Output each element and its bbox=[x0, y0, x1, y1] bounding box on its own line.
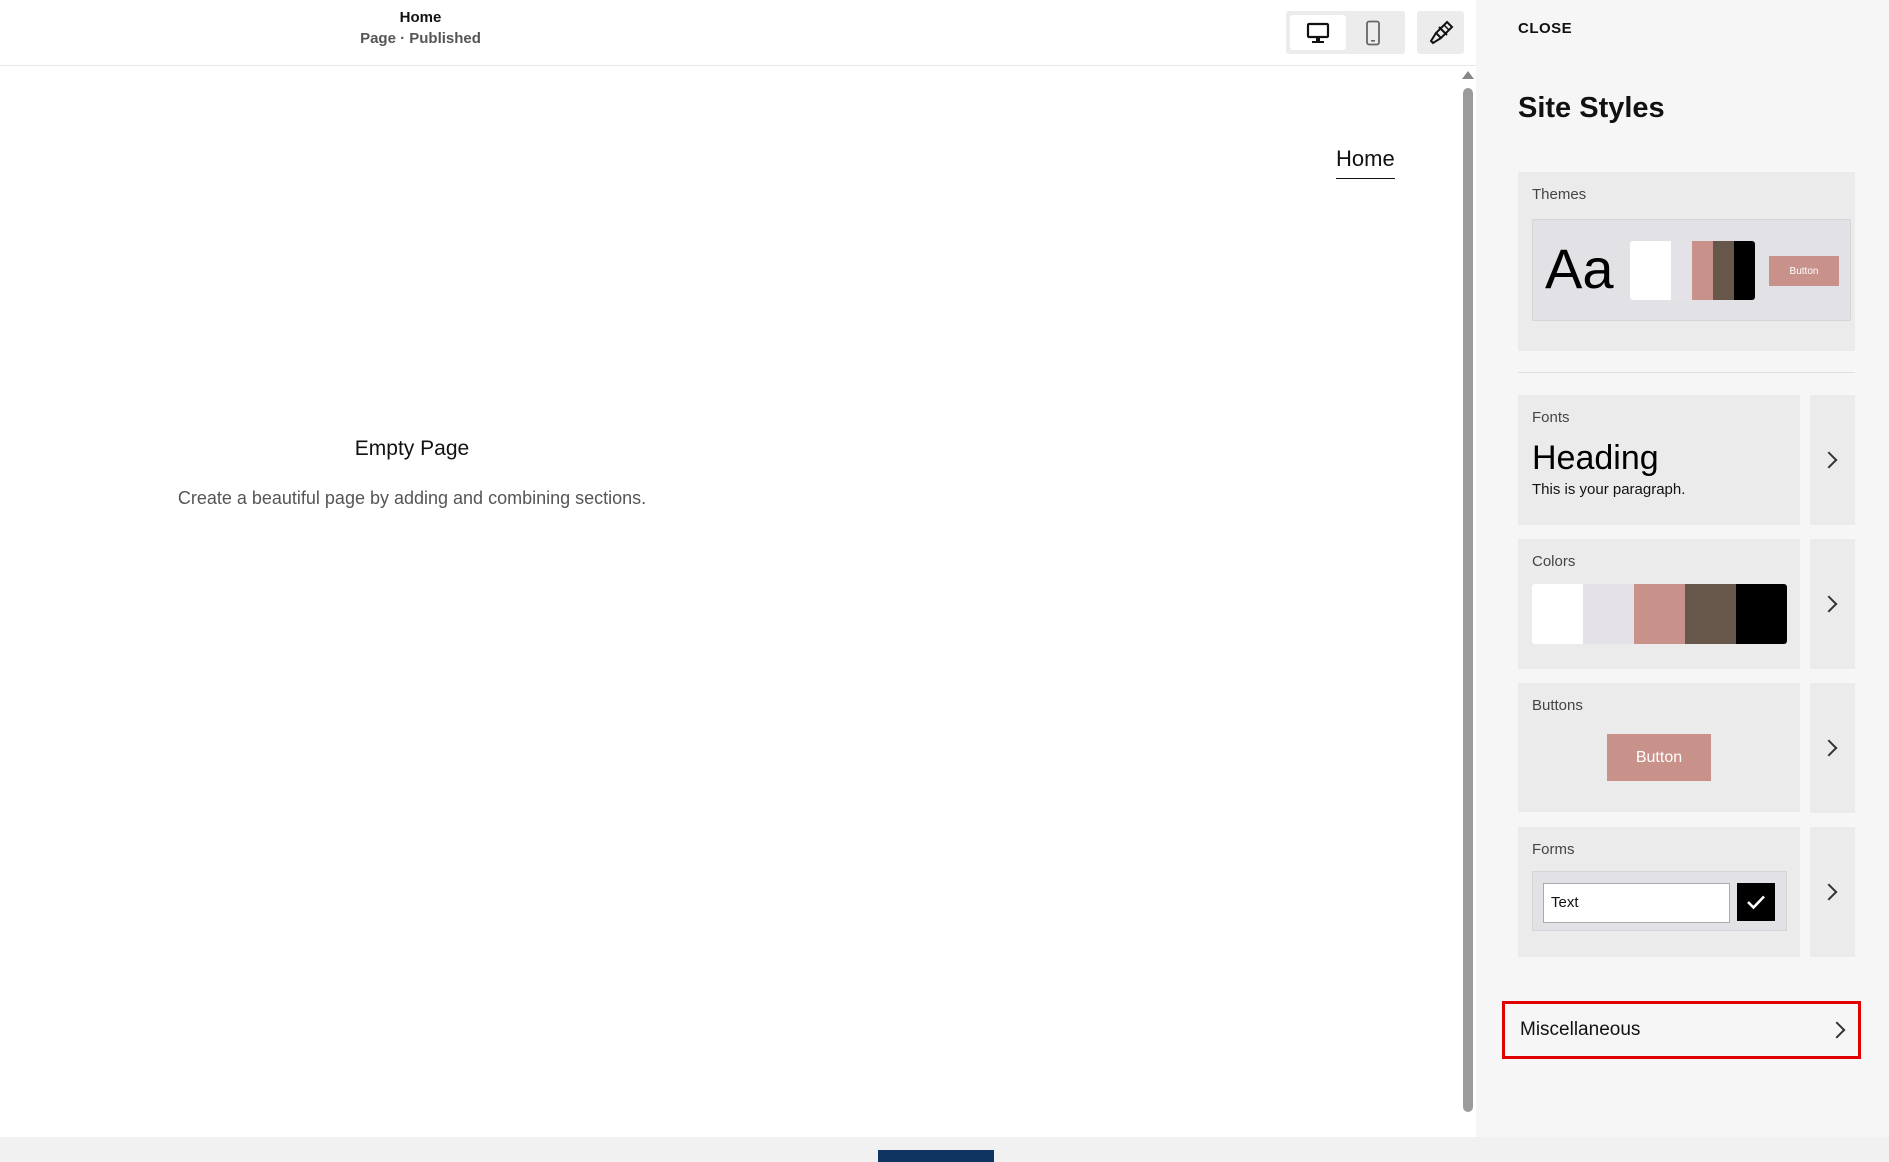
color-swatch bbox=[1736, 584, 1787, 644]
fonts-label: Fonts bbox=[1532, 409, 1570, 426]
mobile-view-button[interactable] bbox=[1345, 15, 1401, 50]
site-styles-panel: CLOSE Site Styles Themes Aa Button Fonts… bbox=[1476, 0, 1889, 1137]
color-swatch bbox=[1634, 584, 1685, 644]
color-palette-strip bbox=[1532, 584, 1787, 644]
panel-title: Site Styles bbox=[1518, 92, 1665, 124]
site-styles-button[interactable] bbox=[1417, 11, 1464, 54]
color-swatch bbox=[1532, 584, 1583, 644]
theme-color-swatches bbox=[1630, 241, 1755, 300]
form-checkbox-sample bbox=[1737, 883, 1775, 921]
color-swatch bbox=[1583, 584, 1634, 644]
colors-label: Colors bbox=[1532, 553, 1576, 570]
empty-page-description: Create a beautiful page by adding and co… bbox=[177, 488, 647, 508]
font-paragraph-sample: This is your paragraph. bbox=[1532, 481, 1686, 498]
forms-open-button[interactable] bbox=[1810, 827, 1855, 957]
desktop-monitor-icon bbox=[1306, 22, 1330, 43]
site-nav-home-link[interactable]: Home bbox=[1336, 146, 1395, 179]
button-style-sample: Button bbox=[1607, 734, 1711, 781]
miscellaneous-row[interactable]: Miscellaneous bbox=[1502, 1001, 1861, 1059]
chevron-right-icon bbox=[1820, 451, 1838, 469]
editor-area: Home Page · Published Home Empty Page Cr… bbox=[0, 0, 1476, 1137]
buttons-card[interactable]: Buttons Button bbox=[1518, 683, 1800, 812]
chevron-right-icon bbox=[1820, 739, 1838, 757]
theme-swatch bbox=[1671, 241, 1692, 300]
color-swatch bbox=[1685, 584, 1736, 644]
scroll-thumb[interactable] bbox=[1463, 88, 1473, 1112]
buttons-label: Buttons bbox=[1532, 697, 1583, 714]
miscellaneous-label: Miscellaneous bbox=[1520, 1019, 1641, 1040]
colors-card[interactable]: Colors bbox=[1518, 539, 1800, 669]
themes-card[interactable]: Themes Aa Button bbox=[1518, 172, 1855, 351]
theme-swatch bbox=[1713, 241, 1734, 300]
panel-divider bbox=[1518, 372, 1855, 373]
device-view-toggle bbox=[1286, 11, 1405, 54]
chevron-right-icon bbox=[1820, 595, 1838, 613]
fonts-open-button[interactable] bbox=[1810, 395, 1855, 525]
theme-swatch bbox=[1692, 241, 1713, 300]
empty-page-title: Empty Page bbox=[354, 437, 470, 460]
page-title[interactable]: Home bbox=[300, 9, 541, 26]
chevron-right-icon bbox=[1828, 1021, 1846, 1039]
page-status: Page · Published bbox=[360, 30, 481, 47]
forms-preview: Text bbox=[1532, 871, 1787, 931]
desktop-view-button[interactable] bbox=[1290, 15, 1346, 50]
chevron-right-icon bbox=[1820, 883, 1838, 901]
buttons-open-button[interactable] bbox=[1810, 683, 1855, 813]
theme-swatch bbox=[1630, 241, 1671, 300]
bottom-action-bar[interactable] bbox=[878, 1150, 994, 1162]
form-text-field-sample: Text bbox=[1543, 883, 1730, 923]
forms-card[interactable]: Forms Text bbox=[1518, 827, 1800, 957]
canvas-scrollbar[interactable] bbox=[1460, 67, 1476, 1137]
theme-font-sample: Aa bbox=[1545, 237, 1614, 300]
editor-topbar: Home Page · Published bbox=[0, 0, 1476, 66]
themes-label: Themes bbox=[1532, 186, 1587, 203]
page-canvas: Home Empty Page Create a beautiful page … bbox=[0, 67, 1460, 1137]
font-heading-sample: Heading bbox=[1532, 439, 1659, 477]
fonts-card[interactable]: Fonts Heading This is your paragraph. bbox=[1518, 395, 1800, 525]
colors-open-button[interactable] bbox=[1810, 539, 1855, 669]
checkmark-icon bbox=[1747, 895, 1765, 910]
scroll-up-arrow[interactable] bbox=[1462, 71, 1474, 79]
theme-swatch bbox=[1734, 241, 1755, 300]
mobile-phone-icon bbox=[1366, 20, 1380, 45]
theme-button-sample: Button bbox=[1769, 256, 1839, 286]
theme-preview[interactable]: Aa Button bbox=[1532, 219, 1851, 321]
paintbrush-icon bbox=[1429, 20, 1453, 44]
forms-label: Forms bbox=[1532, 841, 1575, 858]
close-button[interactable]: CLOSE bbox=[1518, 20, 1572, 37]
